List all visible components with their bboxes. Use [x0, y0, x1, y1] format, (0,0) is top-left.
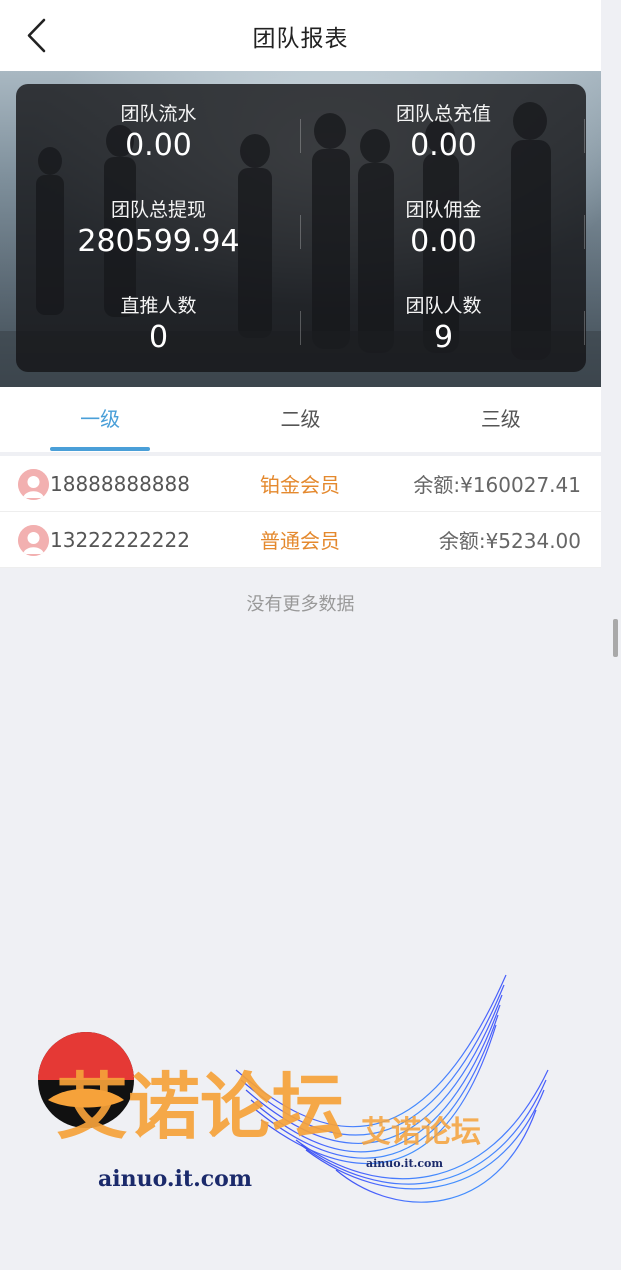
page-title: 团队报表 — [252, 25, 349, 52]
no-more-data-text: 没有更多数据 — [246, 594, 355, 615]
stat-team-recharge: 团队总充值 0.00 — [301, 102, 586, 164]
stat-team-commission: 团队佣金 0.00 — [301, 198, 586, 260]
tab-label: 一级 — [80, 407, 121, 431]
app-container: 团队报表 团队流水 0.00 团队总充值 0.00 团队总提现 280599.9… — [0, 0, 601, 1270]
forum-watermark-logo: 艾诺论坛 ainuo.it.com 艾诺论坛 ainuo.it.com — [38, 974, 549, 1203]
stat-direct-count: 直推人数 0 — [16, 294, 301, 356]
column-divider — [584, 311, 585, 345]
column-divider — [300, 119, 301, 153]
member-phone: 13222222222 — [50, 527, 190, 552]
tab-level-1[interactable]: 一级 — [0, 387, 200, 452]
chevron-left-icon — [27, 18, 46, 53]
stat-label: 团队总充值 — [395, 103, 491, 125]
stat-label: 直推人数 — [120, 295, 197, 317]
level-tabs: 一级 二级 三级 — [0, 387, 601, 452]
avatar — [18, 469, 49, 500]
stat-value: 9 — [433, 320, 454, 355]
stat-team-count: 团队人数 9 — [301, 294, 586, 356]
stat-label: 团队总提现 — [110, 199, 206, 221]
column-divider — [584, 119, 585, 153]
tab-level-3[interactable]: 三级 — [401, 387, 601, 452]
avatar — [18, 525, 49, 556]
stat-label: 团队佣金 — [405, 199, 482, 221]
tab-level-2[interactable]: 二级 — [200, 387, 400, 452]
member-level: 普通会员 — [260, 529, 340, 553]
stats-banner: 团队流水 0.00 团队总充值 0.00 团队总提现 280599.94 团队佣… — [0, 71, 601, 387]
stat-value: 0 — [148, 320, 169, 355]
stat-value: 280599.94 — [77, 224, 240, 259]
stat-label: 团队流水 — [120, 103, 197, 125]
user-avatar-icon — [18, 469, 49, 500]
list-item[interactable]: 18888888888 铂金会员 余额:¥160027.41 — [0, 456, 601, 512]
scrollbar-thumb[interactable] — [613, 619, 618, 657]
member-balance: 余额:¥5234.00 — [438, 529, 581, 553]
member-list: 18888888888 铂金会员 余额:¥160027.41 132222222… — [0, 456, 601, 568]
back-button[interactable] — [18, 16, 58, 56]
list-item[interactable]: 13222222222 普通会员 余额:¥5234.00 — [0, 512, 601, 568]
column-divider — [300, 311, 301, 345]
stat-team-withdraw: 团队总提现 280599.94 — [16, 198, 301, 260]
tab-label: 三级 — [480, 407, 521, 431]
stat-label: 团队人数 — [405, 295, 482, 317]
stat-value: 0.00 — [410, 224, 477, 259]
member-balance: 余额:¥160027.41 — [413, 473, 581, 497]
active-tab-indicator — [50, 447, 151, 451]
tab-label: 二级 — [280, 407, 321, 431]
stat-team-flow: 团队流水 0.00 — [16, 102, 301, 164]
column-divider — [300, 215, 301, 249]
member-level: 铂金会员 — [260, 473, 340, 497]
watermark-title: 艾诺论坛 — [56, 1065, 344, 1149]
top-navbar: 团队报表 — [0, 0, 601, 71]
stats-card: 团队流水 0.00 团队总充值 0.00 团队总提现 280599.94 团队佣… — [16, 84, 586, 372]
column-divider — [584, 215, 585, 249]
watermark-small-title: 艾诺论坛 — [361, 1115, 481, 1150]
watermark-small-url: ainuo.it.com — [366, 1157, 443, 1170]
member-phone: 18888888888 — [50, 471, 190, 496]
stat-value: 0.00 — [125, 128, 192, 163]
watermark-url: ainuo.it.com — [98, 1166, 252, 1192]
user-avatar-icon — [18, 525, 49, 556]
stat-value: 0.00 — [410, 128, 477, 163]
